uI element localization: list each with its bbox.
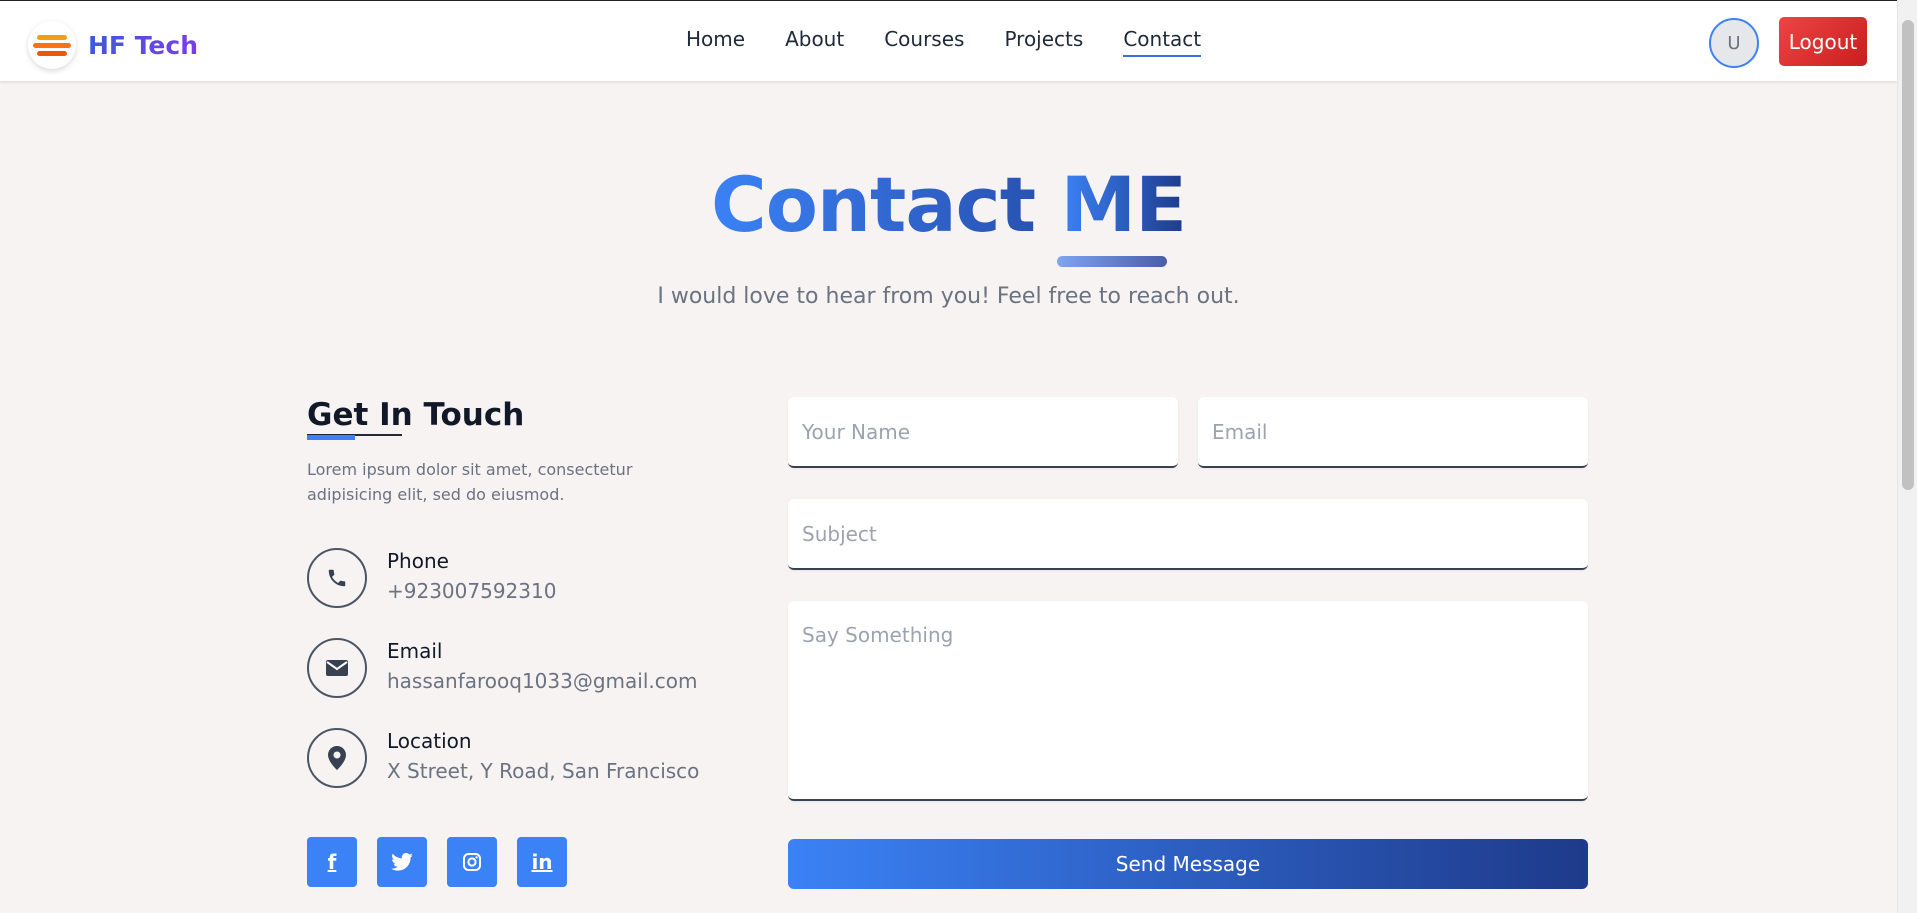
- title-underline: [1057, 256, 1167, 267]
- get-in-touch-accent: [307, 435, 355, 440]
- twitter-icon[interactable]: [377, 837, 427, 887]
- email-input[interactable]: [1198, 397, 1588, 468]
- social-links: f in: [307, 837, 567, 887]
- contact-label: Phone: [387, 549, 449, 573]
- message-textarea[interactable]: [788, 601, 1588, 801]
- contact-label: Location: [387, 729, 472, 753]
- logo-text: HF Tech: [88, 30, 199, 60]
- envelope-icon: [307, 638, 367, 698]
- instagram-icon[interactable]: [447, 837, 497, 887]
- contact-value: hassanfarooq1033@gmail.com: [387, 669, 698, 693]
- scrollbar[interactable]: [1897, 0, 1917, 913]
- logo[interactable]: HF Tech: [28, 21, 198, 69]
- map-pin-icon: [307, 728, 367, 788]
- page-title-word-1: Contact: [710, 160, 1036, 249]
- nav-projects[interactable]: Projects: [1004, 27, 1083, 57]
- logo-icon: [28, 21, 76, 69]
- nav-contact[interactable]: Contact: [1123, 27, 1202, 57]
- nav-home[interactable]: Home: [686, 27, 745, 57]
- main-nav: Home About Courses Projects Contact: [686, 27, 1202, 57]
- send-message-button[interactable]: Send Message: [788, 839, 1588, 889]
- contact-value: X Street, Y Road, San Francisco: [387, 759, 700, 783]
- phone-icon: [307, 548, 367, 608]
- contact-value: +923007592310: [387, 579, 557, 603]
- name-input[interactable]: [788, 397, 1178, 468]
- page-title: Contact ME: [0, 160, 1897, 249]
- subject-input[interactable]: [788, 499, 1588, 570]
- nav-about[interactable]: About: [785, 27, 844, 57]
- scrollbar-thumb[interactable]: [1902, 20, 1914, 490]
- nav-courses[interactable]: Courses: [884, 27, 964, 57]
- page-subtitle: I would love to hear from you! Feel free…: [657, 284, 1240, 309]
- get-in-touch-description: Lorem ipsum dolor sit amet, consectetur …: [307, 460, 633, 504]
- site-header: HF Tech Home About Courses Projects Cont…: [0, 0, 1897, 81]
- linkedin-icon[interactable]: in: [517, 837, 567, 887]
- logout-button[interactable]: Logout: [1779, 17, 1867, 66]
- avatar[interactable]: U: [1709, 18, 1759, 68]
- facebook-icon[interactable]: f: [307, 837, 357, 887]
- contact-label: Email: [387, 639, 443, 663]
- get-in-touch-title: Get In Touch: [307, 397, 525, 433]
- page-title-word-2: ME: [1060, 160, 1188, 249]
